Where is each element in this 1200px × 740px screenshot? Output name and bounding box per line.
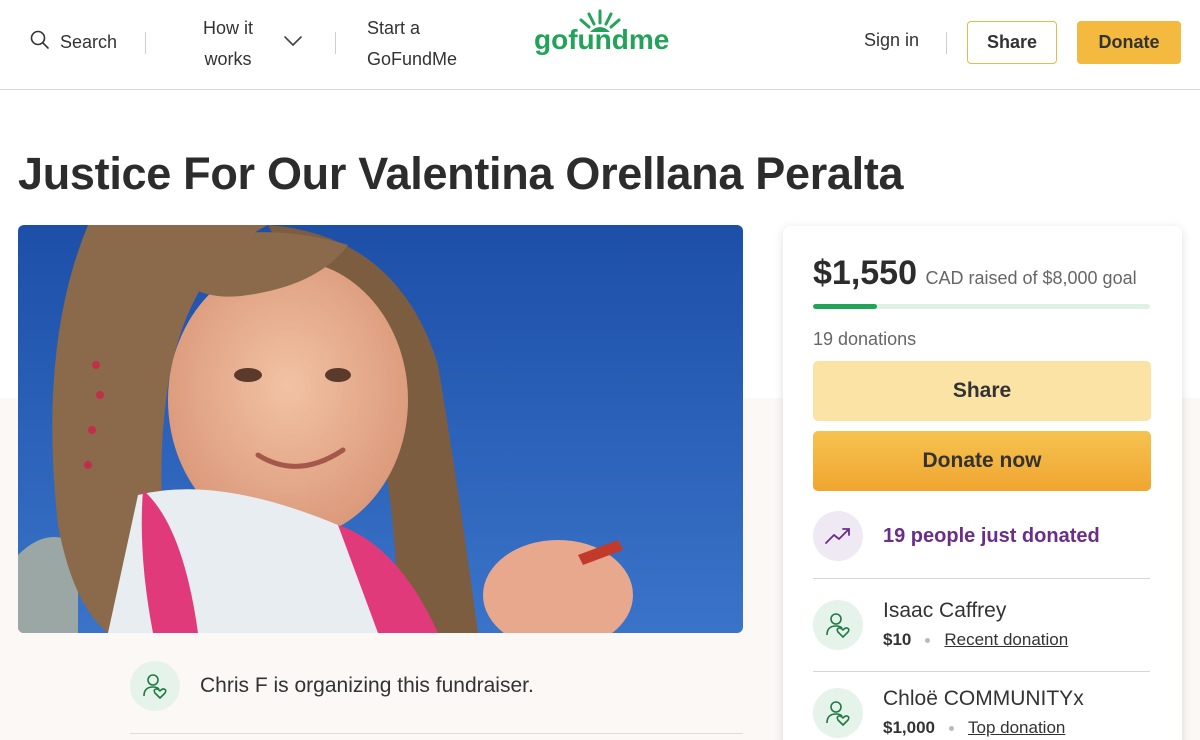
donation-tag-link[interactable]: Recent donation: [944, 630, 1068, 650]
start-line1: Start a: [367, 18, 421, 38]
donor-item: Isaac Caffrey $10 Recent donation: [813, 598, 1068, 650]
chevron-down-icon[interactable]: [283, 34, 303, 53]
divider: [813, 671, 1150, 672]
separator-dot: [925, 637, 931, 643]
gofundme-logo[interactable]: gofundme: [534, 6, 674, 58]
person-heart-icon: [826, 613, 850, 638]
start-gofundme-link[interactable]: Start a GoFundMe: [367, 13, 457, 75]
separator-dot: [949, 725, 954, 731]
raised-summary: $1,550 CAD raised of $8,000 goal: [813, 254, 1137, 293]
share-button[interactable]: Share: [813, 361, 1151, 421]
campaign-title: Justice For Our Valentina Orellana Peral…: [18, 148, 904, 199]
donor-amount: $10: [883, 630, 912, 649]
donor-amount: $1,000: [883, 718, 935, 737]
donor-avatar: [813, 600, 863, 650]
donate-now-button[interactable]: Donate now: [813, 431, 1151, 491]
sign-in-link[interactable]: Sign in: [864, 30, 919, 51]
campaign-photo: [18, 225, 743, 633]
donor-item: Chloë COMMUNITYx $1,000 Top donation: [813, 686, 1084, 738]
progress-fill: [813, 304, 878, 309]
how-it-works-line1: How it: [202, 18, 253, 38]
donor-name: Isaac Caffrey: [883, 599, 1007, 622]
search-icon: [30, 30, 50, 55]
donation-card: $1,550 CAD raised of $8,000 goal 19 dona…: [783, 226, 1182, 740]
person-heart-icon: [826, 701, 850, 726]
nav-divider: [335, 32, 336, 54]
search-link[interactable]: Search: [30, 30, 117, 55]
organizer-text: Chris F is organizing this fundraiser.: [200, 674, 534, 697]
how-it-works-line2: works: [204, 49, 252, 69]
divider: [130, 733, 743, 734]
raised-goal-text: CAD raised of $8,000 goal: [925, 268, 1137, 288]
logo-text: gofundme: [534, 24, 669, 55]
nav-divider: [145, 32, 146, 54]
start-line2: GoFundMe: [367, 49, 458, 69]
donation-tag-link[interactable]: Top donation: [968, 718, 1065, 738]
header-donate-button[interactable]: Donate: [1077, 21, 1181, 64]
search-label: Search: [60, 32, 118, 52]
trending-up-icon: [813, 511, 863, 561]
person-heart-icon: [143, 674, 167, 699]
donation-count: 19 donations: [813, 329, 917, 349]
nav-divider: [946, 32, 947, 54]
organizer-row: Chris F is organizing this fundraiser.: [130, 661, 534, 711]
header-share-button[interactable]: Share: [967, 21, 1057, 64]
top-nav: Search How it works Start a GoFundMe gof…: [0, 0, 1200, 90]
trend-text: 19 people just donated: [883, 524, 1100, 547]
recent-donations-trend[interactable]: 19 people just donated: [813, 511, 1100, 561]
progress-bar: [813, 304, 1150, 309]
divider: [813, 578, 1150, 579]
donor-name: Chloë COMMUNITYx: [883, 687, 1084, 710]
donor-avatar: [813, 688, 863, 738]
organizer-avatar: [130, 661, 180, 711]
how-it-works-menu[interactable]: How it works: [198, 13, 258, 75]
raised-amount: $1,550: [813, 254, 917, 292]
